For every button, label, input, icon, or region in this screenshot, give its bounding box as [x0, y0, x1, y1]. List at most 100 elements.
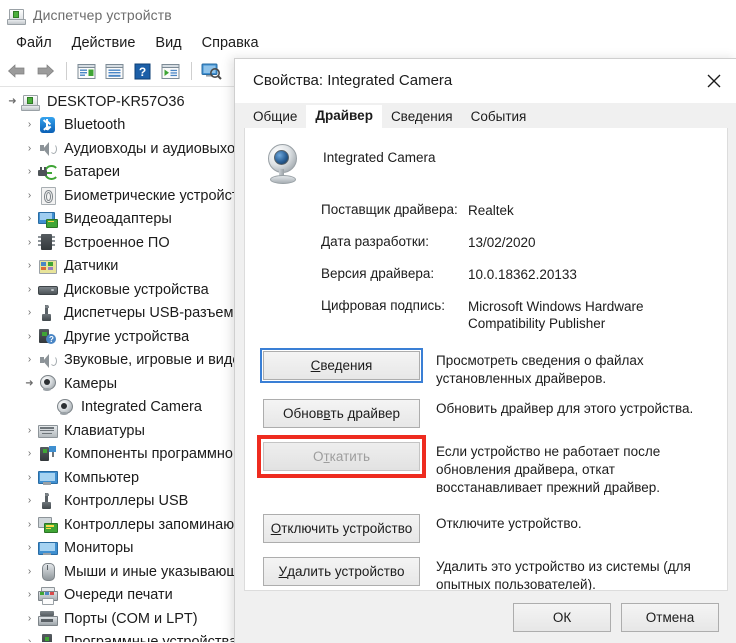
- chevron-right-icon[interactable]: ›: [21, 472, 38, 483]
- monitor-icon: [38, 469, 58, 486]
- fingerprint-icon: [38, 187, 57, 206]
- firmware-chip-icon: [38, 234, 57, 251]
- window-title: Диспетчер устройств: [33, 7, 172, 23]
- dialog-titlebar: Свойства: Integrated Camera: [235, 59, 736, 103]
- tab-events[interactable]: События: [461, 105, 536, 129]
- driver-details-button[interactable]: Сведения: [260, 348, 423, 383]
- driver-version-value: 10.0.18362.20133: [468, 267, 577, 282]
- chevron-down-icon[interactable]: ➜: [4, 96, 21, 107]
- chevron-right-icon[interactable]: ›: [21, 331, 38, 342]
- dialog-tab-strip: Общие Драйвер Сведения События: [235, 103, 736, 129]
- driver-date-value: 13/02/2020: [468, 235, 536, 250]
- chevron-right-icon[interactable]: ›: [21, 214, 38, 224]
- driver-date-label: Дата разработки:: [321, 234, 430, 249]
- chevron-right-icon[interactable]: ›: [21, 637, 38, 642]
- sensors-icon: [38, 258, 57, 275]
- tree-item-label: Аудиовходы и аудиовыходы: [64, 140, 254, 157]
- chevron-right-icon[interactable]: ›: [21, 355, 38, 365]
- close-icon[interactable]: [691, 60, 736, 102]
- chevron-right-icon[interactable]: ›: [21, 284, 38, 295]
- chevron-right-icon[interactable]: ›: [21, 120, 38, 130]
- tree-item-label: Компьютер: [64, 469, 140, 486]
- tree-item-label: Очереди печати: [64, 587, 173, 604]
- properties-icon[interactable]: [73, 59, 99, 83]
- chevron-right-icon[interactable]: ›: [21, 261, 38, 271]
- chevron-right-icon[interactable]: ›: [21, 167, 38, 177]
- digital-signer-label: Цифровая подпись:: [321, 298, 446, 313]
- menu-help[interactable]: Справка: [192, 33, 269, 53]
- tab-details[interactable]: Сведения: [381, 105, 462, 129]
- chevron-right-icon[interactable]: ›: [21, 519, 38, 530]
- toolbar-separator: [66, 62, 67, 80]
- tree-item-label: Другие устройства: [64, 328, 190, 345]
- chevron-right-icon[interactable]: ›: [21, 237, 38, 248]
- tree-item-label: Датчики: [64, 258, 119, 275]
- sound-video-icon: [38, 352, 57, 369]
- bluetooth-icon: [38, 116, 57, 134]
- tree-item-label: Встроенное ПО: [64, 234, 170, 251]
- help-icon[interactable]: ?: [129, 59, 155, 83]
- rollback-driver-button-label-b: катить: [329, 449, 371, 464]
- rollback-driver-button[interactable]: От катить: [263, 442, 420, 471]
- driver-date-row: Дата разработки: 13/02/2020: [321, 234, 727, 251]
- update-driver-button[interactable]: Обнов в ть драйвер: [263, 399, 420, 428]
- menu-file[interactable]: Файл: [6, 33, 62, 53]
- computer-icon: [21, 93, 40, 112]
- window-titlebar: Диспетчер устройств: [0, 0, 736, 30]
- dialog-title: Свойства: Integrated Camera: [253, 72, 453, 89]
- driver-info-table: Поставщик драйвера: Realtek Дата разрабо…: [245, 184, 727, 332]
- mouse-icon: [38, 563, 57, 582]
- tree-item-label: Bluetooth: [64, 117, 126, 134]
- tree-item-label: Диспетчеры USB-разъемов: [64, 305, 250, 322]
- uninstall-device-button[interactable]: Удалить устройство: [263, 557, 420, 586]
- back-arrow-icon[interactable]: [4, 59, 30, 83]
- accel-char: С: [310, 358, 321, 373]
- unknown-device-icon: ?: [38, 328, 57, 345]
- device-manager-icon: [7, 6, 26, 25]
- tree-item-label: Integrated Camera: [81, 399, 202, 416]
- disable-device-button[interactable]: Отключить устройство: [263, 514, 420, 543]
- action-row-update: Обнов в ть драйвер Обновить драйвер для эт…: [263, 399, 727, 428]
- battery-icon: [38, 164, 59, 181]
- tab-driver[interactable]: Драйвер: [306, 105, 382, 129]
- update-driver-icon[interactable]: [157, 59, 183, 83]
- software-component-icon: [38, 445, 57, 463]
- cancel-button[interactable]: Отмена: [621, 602, 719, 632]
- action-row-rollback: От катить Если устройство не работает пос…: [257, 435, 727, 497]
- chevron-right-icon[interactable]: ›: [21, 613, 38, 624]
- menu-view[interactable]: Вид: [145, 33, 191, 53]
- menu-action[interactable]: Действие: [62, 33, 146, 53]
- chevron-right-icon[interactable]: ›: [21, 449, 38, 459]
- action-row-uninstall: Удалить устройство Удалить это устройств…: [263, 557, 727, 591]
- scan-hardware-icon[interactable]: [198, 59, 224, 83]
- rollback-driver-description: Если устройство не работает после обновл…: [436, 444, 661, 495]
- chevron-down-icon[interactable]: ➜: [21, 378, 38, 389]
- chevron-right-icon[interactable]: ›: [21, 590, 38, 600]
- tab-general[interactable]: Общие: [244, 105, 307, 129]
- details-icon[interactable]: [101, 59, 127, 83]
- printer-icon: [38, 586, 58, 605]
- software-device-icon: [38, 633, 57, 642]
- usb-connector-icon: [38, 304, 57, 322]
- chevron-right-icon[interactable]: ›: [21, 308, 38, 318]
- device-name: Integrated Camera: [323, 150, 436, 165]
- chevron-right-icon[interactable]: ›: [21, 543, 38, 553]
- tree-item-label: Биометрические устройства: [64, 187, 255, 204]
- chevron-right-icon[interactable]: ›: [21, 425, 38, 436]
- driver-details-button-label: ведения: [320, 358, 373, 373]
- driver-provider-label: Поставщик драйвера:: [321, 202, 458, 217]
- chevron-right-icon[interactable]: ›: [21, 190, 38, 201]
- tree-item-label: DESKTOP-KR57O36: [47, 93, 185, 110]
- uninstall-device-description: Удалить это устройство из системы (для о…: [436, 559, 691, 591]
- device-header: Integrated Camera: [245, 128, 727, 184]
- disable-device-description: Отключите устройство.: [436, 516, 582, 531]
- chevron-right-icon[interactable]: ›: [21, 496, 38, 506]
- usb-controller-icon: [38, 492, 57, 510]
- tree-item-label: Дисковые устройства: [64, 281, 209, 298]
- driver-provider-row: Поставщик драйвера: Realtek: [321, 202, 727, 219]
- ok-button[interactable]: ОК: [513, 602, 611, 632]
- disable-device-button-label: тключить устройство: [281, 521, 413, 536]
- chevron-right-icon[interactable]: ›: [21, 143, 38, 154]
- forward-arrow-icon[interactable]: [32, 59, 58, 83]
- chevron-right-icon[interactable]: ›: [21, 566, 38, 577]
